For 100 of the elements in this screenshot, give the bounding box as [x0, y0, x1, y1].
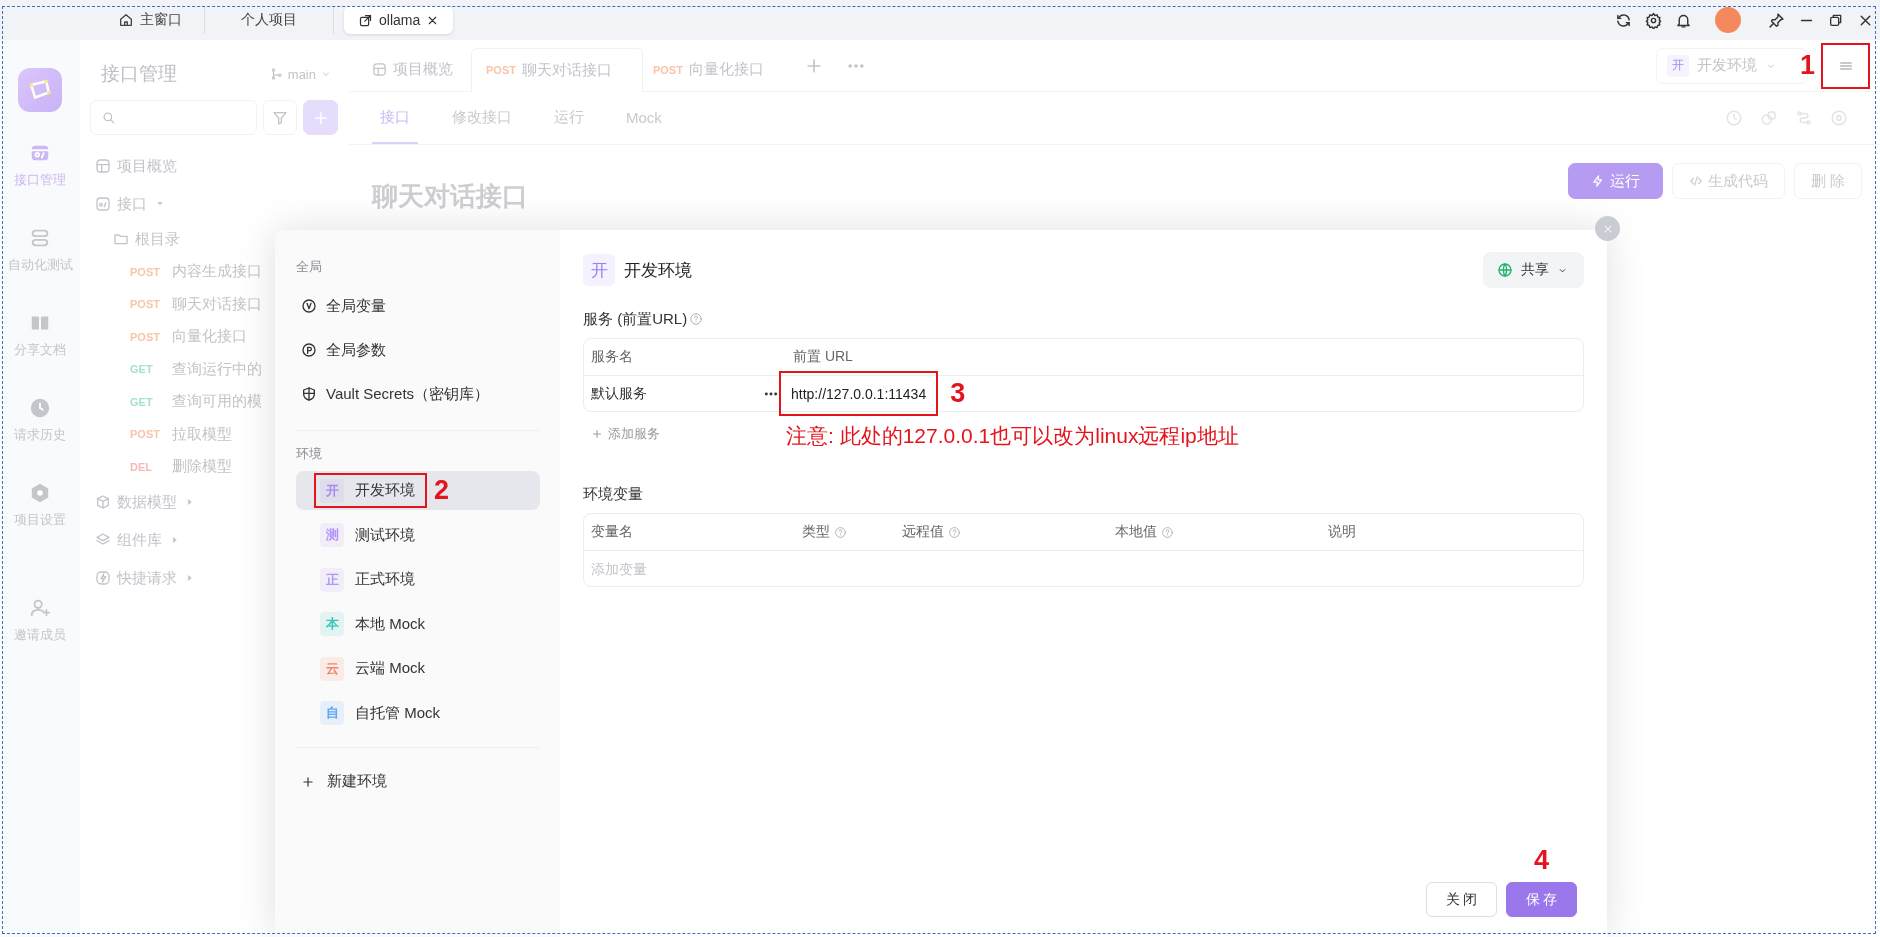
section-heading: 环境 [296, 445, 323, 463]
environment-badge: 云 [320, 656, 344, 681]
column-header: 变量名 [591, 523, 633, 541]
environment-badge: 测 [320, 523, 344, 547]
environment-item[interactable]: 开 开发环境 2 [296, 471, 540, 510]
parameter-icon [301, 342, 317, 358]
sub-tab[interactable]: 接口 [372, 92, 418, 144]
environment-item[interactable]: 测 测试环境 [296, 515, 540, 555]
close-button[interactable] [1595, 216, 1620, 241]
url-field[interactable]: http://127.0.0.1:11434 [791, 385, 927, 402]
pin-icon[interactable] [1768, 11, 1785, 29]
branch-icon [269, 67, 284, 81]
menu-item[interactable]: 全局变量 [296, 284, 540, 328]
method-tag: DEL [130, 460, 162, 473]
save-button[interactable]: 保 存 [1506, 882, 1577, 917]
refresh-icon[interactable] [1615, 11, 1632, 29]
environment-name: 自托管 Mock [355, 703, 440, 723]
method-tag: POST [130, 298, 162, 311]
overview-icon [372, 62, 387, 77]
close-button[interactable]: 关 闭 [1426, 882, 1497, 917]
method-tag: GET [130, 363, 162, 376]
lightning-icon [1590, 174, 1605, 188]
hexagon-icon [29, 482, 51, 504]
annotation-number: 3 [950, 380, 966, 407]
variables-table[interactable]: 变量名 类型 远程值 本地值 说明 添加变量 [583, 513, 1584, 587]
window-tab[interactable]: ollama [344, 6, 454, 34]
home-icon [118, 12, 134, 28]
code-icon [1688, 174, 1703, 188]
section-label: 服务 (前置URL) [583, 309, 688, 329]
settings-icon[interactable] [1645, 11, 1662, 29]
plus-icon [301, 774, 315, 789]
environment-title: 开发环境 [624, 259, 692, 282]
method-tag: POST [130, 330, 162, 343]
external-link-icon [358, 12, 373, 28]
variable-input[interactable]: 添加变量 [584, 551, 1583, 586]
environment-name: 本地 Mock [355, 614, 425, 634]
environment-item[interactable]: 自 自托管 Mock [296, 693, 540, 733]
avatar[interactable] [1715, 7, 1741, 33]
restore-icon[interactable] [1828, 12, 1844, 28]
globe-icon [1497, 262, 1513, 278]
method-tag: POST [130, 265, 162, 278]
request-tab[interactable]: 项目概览 [362, 47, 471, 92]
annotation-number: 2 [434, 477, 450, 504]
environment-badge: 正 [320, 567, 344, 592]
add-service-button[interactable]: 添加服务 [583, 422, 786, 446]
environment-badge: 自 [320, 701, 344, 725]
column-header: 远程值 [902, 523, 944, 541]
section-heading: 全局 [296, 258, 323, 276]
menu-item[interactable]: 全局参数 [296, 328, 540, 372]
method-tag: GET [130, 395, 162, 408]
environment-item[interactable]: 本 本地 Mock [296, 604, 540, 644]
server-stack-icon [29, 227, 51, 249]
environment-name: 正式环境 [355, 570, 415, 589]
cube-icon [95, 494, 111, 510]
column-header: 说明 [1328, 523, 1356, 541]
table-cell: 默认服务 [591, 384, 647, 403]
menu-item[interactable]: Vault Secrets（密钥库） [296, 372, 540, 416]
method-tag: POST [130, 428, 162, 441]
environment-item[interactable]: 正 正式环境 [296, 560, 540, 599]
history-icon[interactable] [1725, 109, 1743, 127]
search-icon [101, 110, 116, 125]
environment-name: 云端 Mock [355, 659, 425, 678]
filter-button[interactable] [262, 100, 298, 135]
window-tab[interactable]: 个人项目 [205, 6, 334, 34]
annotation-number: 4 [1534, 847, 1549, 874]
overview-icon [95, 158, 111, 174]
clock-icon [29, 397, 51, 419]
bolt-icon [95, 570, 111, 586]
section-label: 环境变量 [583, 484, 644, 504]
tree-item[interactable]: 项目概览 [90, 147, 338, 185]
plus-icon [591, 428, 603, 440]
environment-badge: 开 [583, 254, 615, 286]
flow-icon[interactable] [1795, 109, 1813, 127]
window-tab[interactable]: 主窗口 [96, 6, 205, 34]
nav-item[interactable]: 接口管理 [14, 142, 66, 227]
environment-item[interactable]: 云 云端 Mock [296, 649, 540, 688]
shield-icon [301, 386, 317, 402]
column-header: 类型 [802, 523, 830, 541]
tree-item[interactable]: 根目录 [90, 223, 338, 256]
action-button[interactable]: 运行 [1567, 163, 1663, 199]
column-header: 服务名 [590, 347, 634, 366]
new-environment-button[interactable]: 新建环境 [296, 759, 540, 804]
environment-name: 测试环境 [355, 525, 415, 545]
add-user-icon [29, 597, 51, 619]
environment-badge: 开 [320, 478, 344, 503]
annotation-note: 注意: 此处的127.0.0.1也可以改为linux远程ip地址 [786, 423, 1240, 449]
column-header: 前置 URL [792, 347, 853, 366]
filter-icon [271, 109, 288, 126]
api-icon [95, 196, 111, 212]
shapes-icon[interactable] [1760, 109, 1778, 127]
branch-selector[interactable]: main [269, 66, 332, 82]
environment-name: 开发环境 [355, 481, 415, 500]
environment-badge: 本 [320, 612, 344, 636]
column-header: 本地值 [1115, 523, 1157, 541]
sidebar-title: 接口管理 [101, 62, 177, 86]
help-icon [689, 312, 704, 326]
share-button[interactable]: 共享 [1483, 252, 1584, 288]
search-field[interactable] [90, 100, 257, 135]
variable-icon [301, 298, 317, 314]
add-button[interactable] [303, 100, 338, 135]
